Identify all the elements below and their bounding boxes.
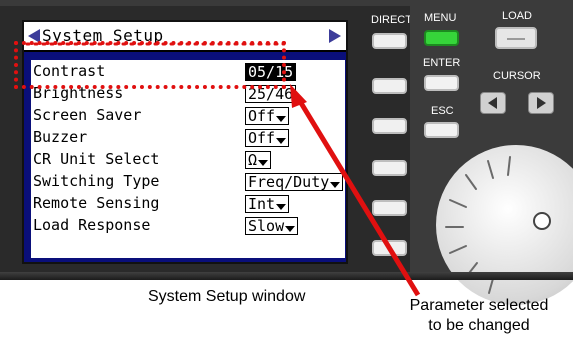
dropdown-arrow-icon [276,204,287,210]
dropdown-arrow-icon [330,182,341,188]
dropdown-arrow-icon [276,138,287,144]
setup-row[interactable]: Brightness 25/46 [31,84,345,103]
setup-row-value[interactable]: Ω [245,151,272,169]
parameter-caption: Parameter selected to be changed [388,296,570,336]
setup-row[interactable]: Switching Type Freq/Duty [31,172,345,191]
setup-row-value[interactable]: Off [245,129,290,147]
setup-row-value-text: Ω [248,151,258,169]
cursor-left-button[interactable] [480,92,506,114]
setup-row-value[interactable]: 25/46 [245,85,297,103]
system-setup-window-caption: System Setup window [148,288,306,305]
setup-row[interactable]: Contrast 05/15 [31,62,345,81]
setup-row-value[interactable]: Slow [245,217,299,235]
menu-button[interactable] [424,30,459,46]
enter-label: ENTER [423,57,461,69]
load-dash-icon [507,38,525,40]
menu-label: MENU [424,12,457,24]
dropdown-arrow-icon [276,116,287,122]
setup-row-value-text: Off [248,129,276,147]
setup-row[interactable]: Screen Saver Off [31,106,345,125]
setup-row-label: Screen Saver [33,106,142,124]
setup-row-label: Load Response [33,216,151,234]
esc-label: ESC [431,105,454,117]
rotary-knob[interactable] [436,145,573,305]
setup-row-value[interactable]: Int [245,195,290,213]
setup-row-label: Contrast [33,62,106,80]
cursor-label: CURSOR [493,70,541,82]
knob-center-dot [533,212,551,230]
setup-row-value-text: Int [248,195,276,213]
setup-row-value-text: Off [248,107,276,125]
screen-title: System Setup [42,26,164,45]
setup-row-label: CR Unit Select [33,150,160,168]
screen-title-bar: System Setup [24,22,346,52]
direct-softkey-1[interactable] [372,33,407,49]
direct-label: DIRECT [371,14,412,26]
direct-softkey-6[interactable] [372,240,407,256]
direct-softkey-2[interactable] [372,78,407,94]
setup-row[interactable]: CR Unit Select Ω [31,150,345,169]
enter-button[interactable] [424,75,459,91]
knob-tick-marks [445,156,511,294]
load-button[interactable] [495,27,537,49]
bottom-edge [0,272,573,280]
setup-row-value-text: Freq/Duty [248,173,330,191]
direct-softkey-5[interactable] [372,200,407,216]
setup-row[interactable]: Load Response Slow [31,216,345,235]
setup-row-value-text: 05/15 [248,63,294,81]
page-right-arrow-icon [329,29,341,43]
parameter-caption-line-2: to be changed [428,317,530,334]
direct-softkey-4[interactable] [372,160,407,176]
lcd-screen: System Setup Contrast 05/15 Brightness 25/4… [22,20,348,264]
dropdown-arrow-icon [285,226,296,232]
setup-row-value-text: 25/46 [248,85,294,103]
setup-row[interactable]: Buzzer Off [31,128,345,147]
setup-menu-list: Contrast 05/15 Brightness 25/46 Screen Saver… [31,60,345,258]
setup-row-label: Remote Sensing [33,194,160,212]
setup-row-label: Buzzer [33,128,88,146]
setup-row[interactable]: Remote Sensing Int [31,194,345,213]
setup-row-value[interactable]: 05/15 [245,63,297,81]
direct-softkey-3[interactable] [372,118,407,134]
parameter-caption-line-1: Parameter selected [409,297,549,314]
instrument-front-panel: System Setup Contrast 05/15 Brightness 25/4… [0,0,573,305]
setup-row-label: Switching Type [33,172,160,190]
page-left-arrow-icon [28,29,40,43]
cursor-right-button[interactable] [528,92,554,114]
setup-row-value-text: Slow [248,217,285,235]
setup-row-value[interactable]: Freq/Duty [245,173,344,191]
load-label: LOAD [502,10,532,22]
chevron-left-icon [488,97,497,109]
chevron-right-icon [537,97,546,109]
setup-row-label: Brightness [33,84,124,102]
dropdown-arrow-icon [258,160,269,166]
setup-row-value[interactable]: Off [245,107,290,125]
esc-button[interactable] [424,122,459,138]
